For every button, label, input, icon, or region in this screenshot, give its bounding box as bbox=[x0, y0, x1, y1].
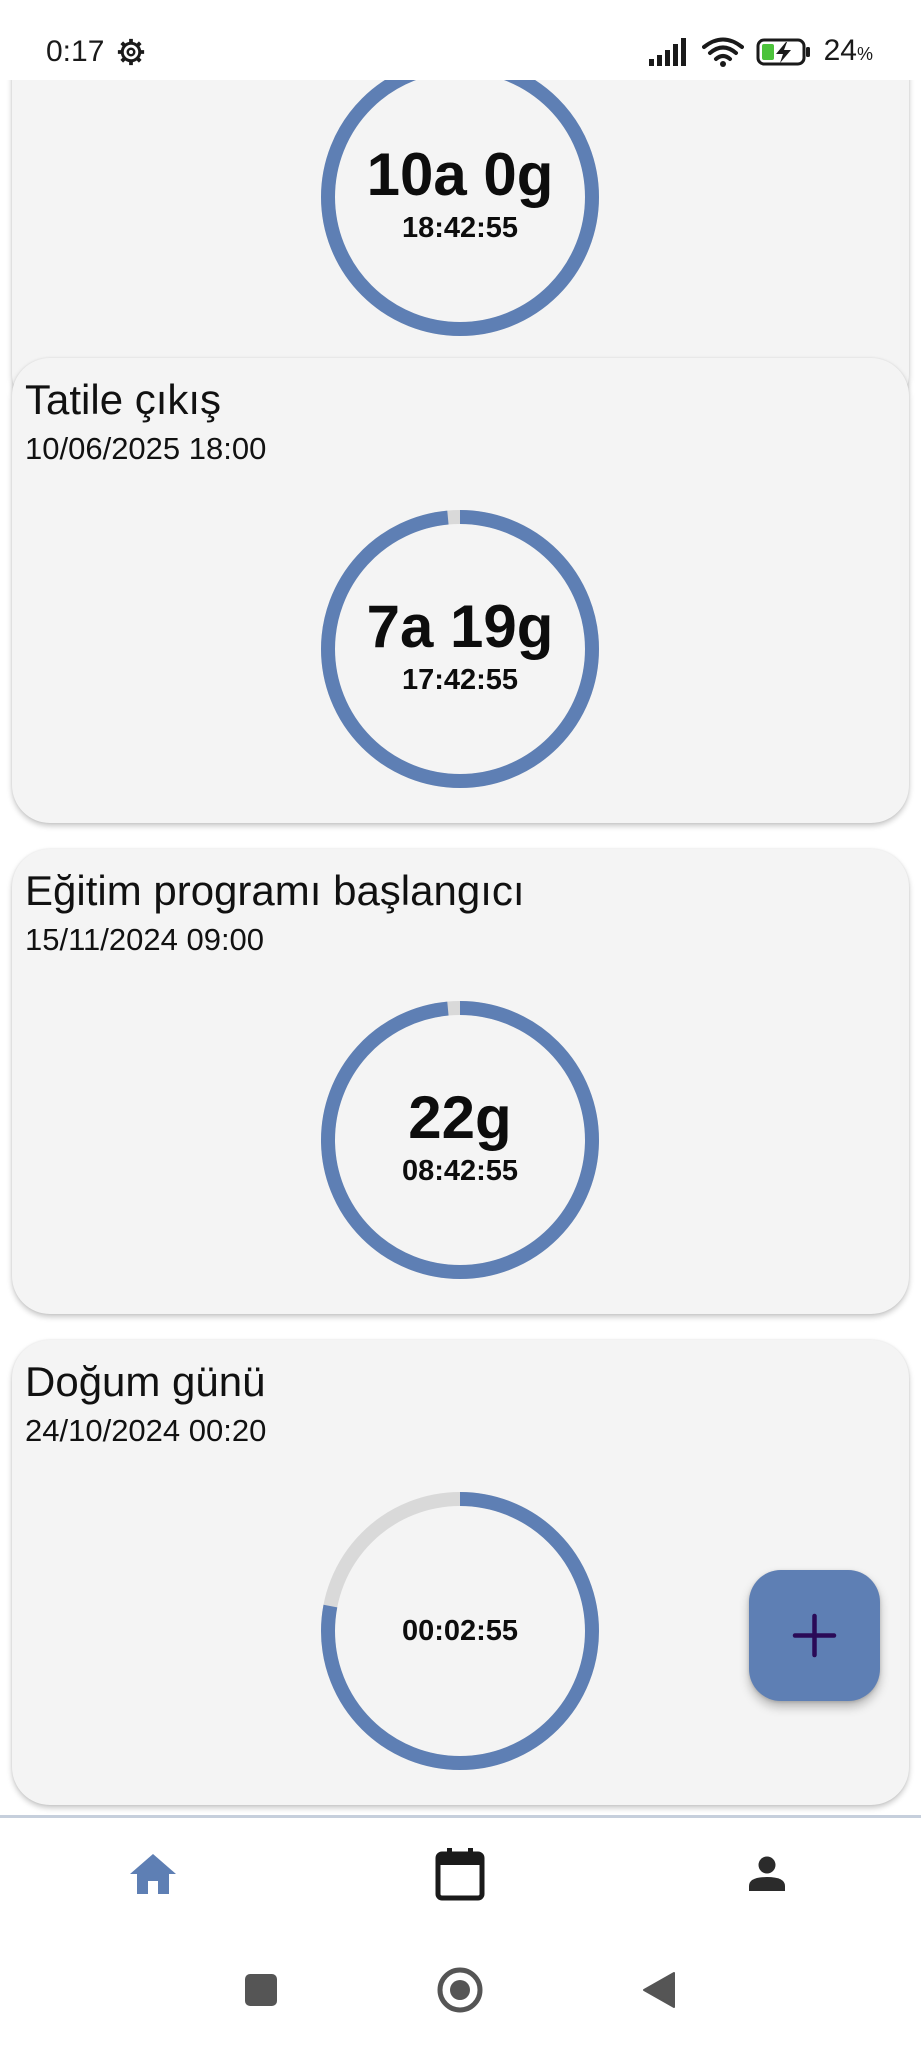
recents-square-icon bbox=[245, 1974, 277, 2006]
countdown-time: 17:42:55 bbox=[401, 664, 519, 696]
countdown-ring: 00:02:55 bbox=[319, 1490, 601, 1772]
signal-icon bbox=[648, 38, 686, 66]
event-card[interactable]: Eğitim programı başlangıcı 15/11/2024 09… bbox=[12, 849, 909, 1314]
settings-gear-icon bbox=[117, 38, 145, 66]
back-triangle-icon bbox=[643, 1972, 675, 2008]
countdown-time: 08:42:55 bbox=[401, 1155, 519, 1187]
calendar-icon bbox=[435, 1848, 485, 1901]
countdown-days: 22g bbox=[408, 1084, 512, 1151]
event-title: Tatile çıkış bbox=[25, 376, 222, 423]
event-title: Doğum günü bbox=[25, 1358, 266, 1405]
countdown-days: 10a 0g bbox=[366, 141, 554, 208]
bottom-navigation bbox=[0, 1815, 921, 1933]
person-icon bbox=[749, 1856, 785, 1891]
countdown-days: 7a 19g bbox=[366, 593, 554, 660]
back-button[interactable] bbox=[619, 1950, 699, 2030]
countdown-ring: 22g 08:42:55 bbox=[319, 999, 601, 1281]
system-home-button[interactable] bbox=[420, 1950, 500, 2030]
status-icons: 24% bbox=[648, 34, 873, 70]
event-date: 10/06/2025 18:00 bbox=[25, 431, 267, 466]
event-list[interactable]: 10a 0g 18:42:55 Tatile çıkış 10/06/2025 … bbox=[0, 80, 921, 1815]
battery-percent: 24% bbox=[823, 33, 873, 67]
status-time: 0:17 bbox=[46, 35, 105, 68]
recents-button[interactable] bbox=[221, 1950, 301, 2030]
nav-profile[interactable] bbox=[707, 1818, 827, 1930]
add-event-button[interactable] bbox=[749, 1570, 880, 1701]
countdown-ring-graphic bbox=[321, 80, 599, 336]
status-bar: 0:17 24% bbox=[0, 0, 921, 80]
home-circle-icon bbox=[437, 1967, 483, 2013]
countdown-time: 00:02:55 bbox=[401, 1615, 519, 1647]
countdown-ring: 7a 19g 17:42:55 bbox=[319, 508, 601, 790]
plus-icon bbox=[792, 1613, 837, 1658]
event-card[interactable]: Tatile çıkış 10/06/2025 18:00 7a 19g 17:… bbox=[12, 358, 909, 823]
wifi-icon bbox=[701, 37, 744, 67]
nav-calendar[interactable] bbox=[400, 1818, 520, 1930]
system-navigation-bar bbox=[0, 1930, 921, 2048]
countdown-ring: 10a 0g 18:42:55 bbox=[319, 80, 601, 338]
event-date: 15/11/2024 09:00 bbox=[25, 922, 265, 957]
event-date: 24/10/2024 00:20 bbox=[25, 1413, 267, 1448]
nav-home[interactable] bbox=[93, 1818, 213, 1930]
countdown-time: 18:42:55 bbox=[401, 212, 519, 244]
battery-charging-icon bbox=[756, 38, 810, 66]
event-title: Eğitim programı başlangıcı bbox=[25, 867, 525, 914]
home-icon bbox=[130, 1854, 176, 1894]
